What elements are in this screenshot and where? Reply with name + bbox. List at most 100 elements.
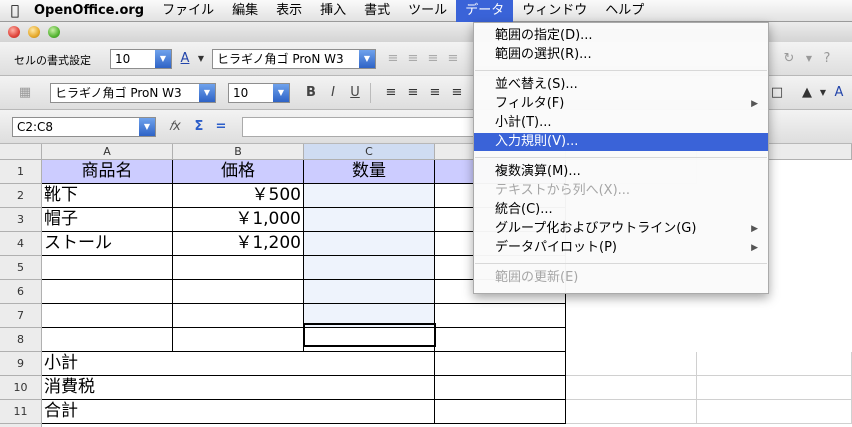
cell-a2[interactable]: 靴下 bbox=[42, 184, 173, 208]
menu-tools[interactable]: ツール bbox=[399, 0, 456, 22]
menu-item-datapilot[interactable]: データパイロット(P) ▶ bbox=[474, 239, 768, 257]
menu-insert[interactable]: 挿入 bbox=[311, 0, 355, 22]
function-wizard-icon[interactable]: 𝑓x bbox=[166, 118, 184, 136]
align-left-icon[interactable]: ≡ bbox=[384, 50, 402, 68]
align-center-icon[interactable]: ≡ bbox=[404, 50, 422, 68]
row-header-8[interactable]: 8 bbox=[0, 328, 42, 352]
style-size-combo[interactable]: 10 ▼ bbox=[110, 49, 172, 69]
cell-b7[interactable] bbox=[173, 304, 304, 328]
grid-cell[interactable] bbox=[697, 376, 852, 400]
align-center-icon[interactable]: ≡ bbox=[404, 84, 422, 102]
cell-b2[interactable]: ￥500 bbox=[173, 184, 304, 208]
formula-input[interactable] bbox=[242, 117, 474, 137]
bold-button[interactable]: B bbox=[302, 84, 320, 102]
row-header-6[interactable]: 6 bbox=[0, 280, 42, 304]
cell-a6[interactable] bbox=[42, 280, 173, 304]
font-name-combo[interactable]: ヒラギノ角ゴ ProN W3 ▼ bbox=[50, 83, 216, 103]
menu-item-multiple-operations[interactable]: 複数演算(M)... bbox=[474, 163, 768, 181]
cell-a7[interactable] bbox=[42, 304, 173, 328]
menu-item-select-range[interactable]: 範囲の選択(R)... bbox=[474, 46, 768, 64]
cell-b4[interactable]: ￥1,200 bbox=[173, 232, 304, 256]
menu-edit[interactable]: 編集 bbox=[223, 0, 267, 22]
cell-a5[interactable] bbox=[42, 256, 173, 280]
cell-c4[interactable] bbox=[304, 232, 435, 256]
align-right-icon[interactable]: ≡ bbox=[424, 50, 442, 68]
apple-icon[interactable]:  bbox=[0, 3, 30, 19]
menu-item-consolidate[interactable]: 統合(C)... bbox=[474, 201, 768, 219]
name-box[interactable]: C2:C8 ▼ bbox=[12, 117, 156, 137]
align-justify-icon[interactable]: ≡ bbox=[444, 50, 462, 68]
menu-item-subtotals[interactable]: 小計(T)... bbox=[474, 114, 768, 132]
select-all-corner[interactable] bbox=[0, 144, 42, 160]
underline-button[interactable]: U bbox=[346, 84, 364, 102]
grid-cell[interactable] bbox=[566, 400, 697, 424]
function-icon[interactable]: = bbox=[212, 118, 230, 136]
help-icon[interactable]: ? bbox=[818, 50, 836, 68]
row-header-4[interactable]: 4 bbox=[0, 232, 42, 256]
border-icon[interactable]: □ bbox=[768, 84, 786, 102]
row-header-7[interactable]: 7 bbox=[0, 304, 42, 328]
cell-b8[interactable] bbox=[173, 328, 304, 352]
align-left-icon[interactable]: ≡ bbox=[382, 84, 400, 102]
styles-icon[interactable]: ▦ bbox=[16, 84, 34, 102]
cell-a9[interactable]: 小計 bbox=[42, 352, 435, 376]
menu-format[interactable]: 書式 bbox=[355, 0, 399, 22]
cell-a1[interactable]: 商品名 bbox=[42, 160, 173, 184]
align-right-icon[interactable]: ≡ bbox=[426, 84, 444, 102]
menu-help[interactable]: ヘルプ bbox=[596, 0, 653, 22]
chevron-down-icon[interactable]: ▼ bbox=[800, 50, 818, 68]
cell-c5[interactable] bbox=[304, 256, 435, 280]
column-header-c[interactable]: C bbox=[304, 144, 435, 160]
menu-app[interactable]: OpenOffice.org bbox=[30, 0, 153, 22]
menu-item-group-outline[interactable]: グループ化およびアウトライン(G) ▶ bbox=[474, 220, 768, 238]
cell-d10[interactable] bbox=[435, 376, 566, 400]
row-header-10[interactable]: 10 bbox=[0, 376, 42, 400]
menu-item-validity[interactable]: 入力規則(V)... bbox=[474, 133, 768, 151]
grid-cell[interactable] bbox=[566, 376, 697, 400]
cell-a8[interactable] bbox=[42, 328, 173, 352]
font-size-combo[interactable]: 10 ▼ bbox=[228, 83, 290, 103]
row-header-1[interactable]: 1 bbox=[0, 160, 42, 184]
menu-view[interactable]: 表示 bbox=[267, 0, 311, 22]
grid-cell[interactable] bbox=[697, 400, 852, 424]
chevron-down-icon[interactable]: ▼ bbox=[192, 50, 210, 68]
cell-c1[interactable]: 数量 bbox=[304, 160, 435, 184]
row-header-5[interactable]: 5 bbox=[0, 256, 42, 280]
menu-data[interactable]: データ bbox=[456, 0, 514, 22]
menu-window[interactable]: ウィンドウ bbox=[513, 0, 596, 22]
cell-b3[interactable]: ￥1,000 bbox=[173, 208, 304, 232]
row-header-3[interactable]: 3 bbox=[0, 208, 42, 232]
cell-a4[interactable]: ストール bbox=[42, 232, 173, 256]
column-header-a[interactable]: A bbox=[42, 144, 173, 160]
cell-a3[interactable]: 帽子 bbox=[42, 208, 173, 232]
cell-c6[interactable] bbox=[304, 280, 435, 304]
row-header-9[interactable]: 9 bbox=[0, 352, 42, 376]
cell-d9[interactable] bbox=[435, 352, 566, 376]
redo-icon[interactable]: ↻ bbox=[780, 50, 798, 68]
cell-b5[interactable] bbox=[173, 256, 304, 280]
menu-item-define-range[interactable]: 範囲の指定(D)... bbox=[474, 27, 768, 45]
align-justify-icon[interactable]: ≡ bbox=[448, 84, 466, 102]
row-header-2[interactable]: 2 bbox=[0, 184, 42, 208]
font-color-icon[interactable]: A bbox=[830, 84, 848, 102]
zoom-window-button[interactable] bbox=[48, 26, 60, 38]
menu-item-filter[interactable]: フィルタ(F) ▶ bbox=[474, 95, 768, 113]
column-header-b[interactable]: B bbox=[173, 144, 304, 160]
close-window-button[interactable] bbox=[8, 26, 20, 38]
cell-d8[interactable] bbox=[435, 328, 566, 352]
grid-cell[interactable] bbox=[697, 352, 852, 376]
cell-c2[interactable] bbox=[304, 184, 435, 208]
cell-d7[interactable] bbox=[435, 304, 566, 328]
cell-a10[interactable]: 消費税 bbox=[42, 376, 435, 400]
cell-c3[interactable] bbox=[304, 208, 435, 232]
row-header-11[interactable]: 11 bbox=[0, 400, 42, 424]
menu-file[interactable]: ファイル bbox=[153, 0, 223, 22]
style-font-combo[interactable]: ヒラギノ角ゴ ProN W3 ▼ bbox=[212, 49, 376, 69]
cell-b1[interactable]: 価格 bbox=[173, 160, 304, 184]
minimize-window-button[interactable] bbox=[28, 26, 40, 38]
cell-b6[interactable] bbox=[173, 280, 304, 304]
cell-d11[interactable] bbox=[435, 400, 566, 424]
cell-a11[interactable]: 合計 bbox=[42, 400, 435, 424]
sum-icon[interactable]: Σ bbox=[190, 118, 208, 136]
italic-button[interactable]: I bbox=[324, 84, 342, 102]
